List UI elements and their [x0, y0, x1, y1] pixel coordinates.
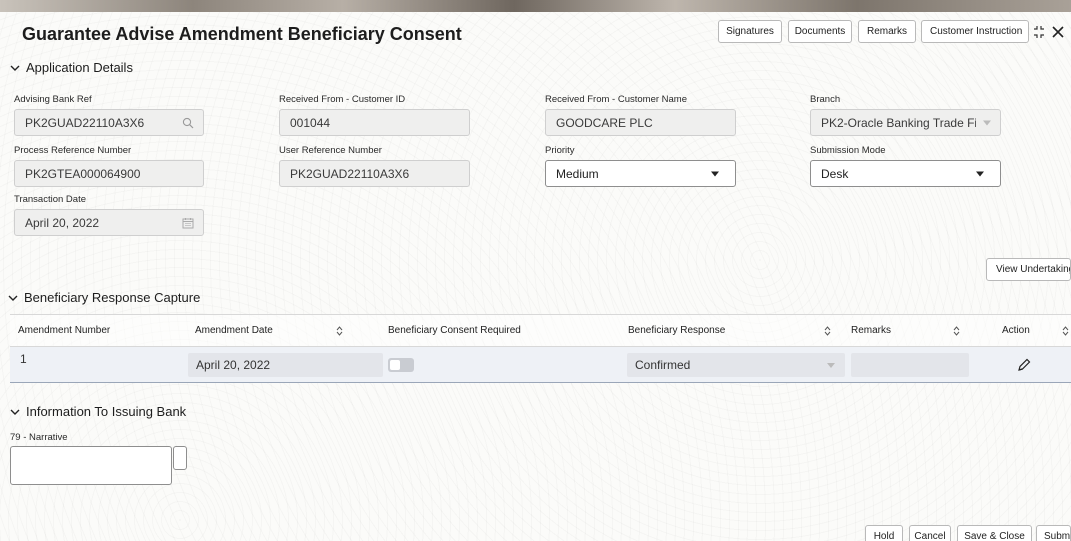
chevron-down-icon — [8, 295, 18, 301]
customer-name-label: Received From - Customer Name — [545, 94, 688, 105]
customer-name-value: GOODCARE PLC — [556, 115, 653, 130]
transaction-date-label: Transaction Date — [14, 194, 86, 205]
customer-id-field: 001044 — [279, 109, 470, 136]
sort-icon[interactable] — [824, 326, 831, 336]
priority-select[interactable]: Medium — [545, 160, 736, 187]
close-icon[interactable] — [1050, 24, 1066, 40]
column-header[interactable]: Action — [1002, 315, 1030, 346]
maximize-icon[interactable] — [1032, 24, 1046, 40]
submission-mode-label: Submission Mode — [810, 145, 886, 156]
application-details-header[interactable]: Application Details — [10, 60, 133, 75]
header-decoration-strip — [0, 0, 1071, 12]
signatures-button[interactable]: Signatures — [718, 20, 782, 43]
column-header[interactable]: Remarks — [851, 315, 891, 346]
cancel-button[interactable]: Cancel — [909, 525, 951, 541]
process-reference-value: PK2GTEA000064900 — [25, 166, 141, 181]
section-title: Information To Issuing Bank — [26, 404, 187, 419]
sort-icon[interactable] — [953, 326, 960, 336]
documents-button[interactable]: Documents — [788, 20, 852, 43]
submit-button[interactable]: Submit — [1036, 525, 1071, 541]
beneficiary-response-header[interactable]: Beneficiary Response Capture — [8, 290, 200, 305]
page-title: Guarantee Advise Amendment Beneficiary C… — [22, 24, 462, 44]
view-undertaking-button[interactable]: View Undertaking — [986, 258, 1071, 281]
chevron-down-icon — [10, 65, 20, 71]
chevron-down-icon — [976, 171, 984, 176]
submission-mode-select[interactable]: Desk — [810, 160, 1001, 187]
user-reference-field: PK2GUAD22110A3X6 — [279, 160, 470, 187]
advising-bank-ref-label: Advising Bank Ref — [14, 94, 92, 105]
sort-icon[interactable] — [336, 326, 343, 336]
branch-value: PK2-Oracle Banking Trade Fina — [821, 115, 976, 130]
customer-name-field: GOODCARE PLC — [545, 109, 736, 136]
process-reference-field: PK2GTEA000064900 — [14, 160, 204, 187]
narrative-label: 79 - Narrative — [10, 432, 68, 443]
advising-bank-ref-value: PK2GUAD22110A3X6 — [25, 115, 145, 130]
amendment-date-value: April 20, 2022 — [196, 358, 271, 372]
chevron-down-icon — [983, 120, 991, 125]
toggle-knob — [390, 360, 400, 370]
calendar-icon — [182, 217, 194, 229]
issuing-bank-header[interactable]: Information To Issuing Bank — [10, 404, 186, 419]
advising-bank-ref-field[interactable]: PK2GUAD22110A3X6 — [14, 109, 204, 136]
transaction-date-field: April 20, 2022 — [14, 209, 204, 236]
amendment-number-cell: 1 — [20, 352, 27, 366]
process-reference-label: Process Reference Number — [14, 145, 132, 156]
beneficiary-response-value: Confirmed — [635, 358, 691, 372]
submission-mode-value: Desk — [821, 166, 849, 181]
column-header[interactable]: Beneficiary Response — [628, 315, 725, 346]
sort-icon[interactable] — [1062, 326, 1069, 336]
chevron-down-icon — [10, 409, 20, 415]
section-title: Beneficiary Response Capture — [24, 290, 201, 305]
transaction-date-value: April 20, 2022 — [25, 215, 100, 230]
narrative-textarea[interactable] — [10, 446, 172, 485]
branch-select[interactable]: PK2-Oracle Banking Trade Fina — [810, 109, 1001, 136]
chevron-down-icon — [827, 363, 835, 368]
consent-required-toggle[interactable] — [388, 358, 414, 372]
user-reference-value: PK2GUAD22110A3X6 — [290, 166, 410, 181]
column-header[interactable]: Beneficiary Consent Required — [388, 315, 521, 346]
beneficiary-response-select[interactable]: Confirmed — [627, 353, 845, 377]
branch-label: Branch — [810, 94, 841, 105]
remarks-button[interactable]: Remarks — [858, 20, 916, 43]
user-reference-label: User Reference Number — [279, 145, 382, 156]
priority-value: Medium — [556, 166, 599, 181]
customer-instruction-button[interactable]: Customer Instruction — [921, 20, 1029, 43]
pencil-icon[interactable] — [1016, 357, 1032, 373]
column-header[interactable]: Amendment Date — [195, 315, 273, 346]
remarks-input[interactable] — [851, 353, 969, 377]
customer-id-label: Received From - Customer ID — [279, 94, 406, 105]
save-close-button[interactable]: Save & Close — [957, 525, 1032, 541]
amendment-date-cell: April 20, 2022 — [188, 353, 383, 377]
hold-button[interactable]: Hold — [865, 525, 903, 541]
priority-label: Priority — [545, 145, 575, 156]
chevron-down-icon — [711, 171, 719, 176]
column-header[interactable]: Amendment Number — [18, 315, 110, 346]
search-icon[interactable] — [182, 117, 194, 129]
table-row[interactable]: 1 April 20, 2022 Confirmed — [10, 347, 1071, 383]
grid-header: Amendment Number Amendment Date Benefici… — [10, 314, 1071, 347]
narrative-expand-button[interactable] — [173, 446, 187, 470]
customer-id-value: 001044 — [290, 115, 331, 130]
section-title: Application Details — [26, 60, 133, 75]
